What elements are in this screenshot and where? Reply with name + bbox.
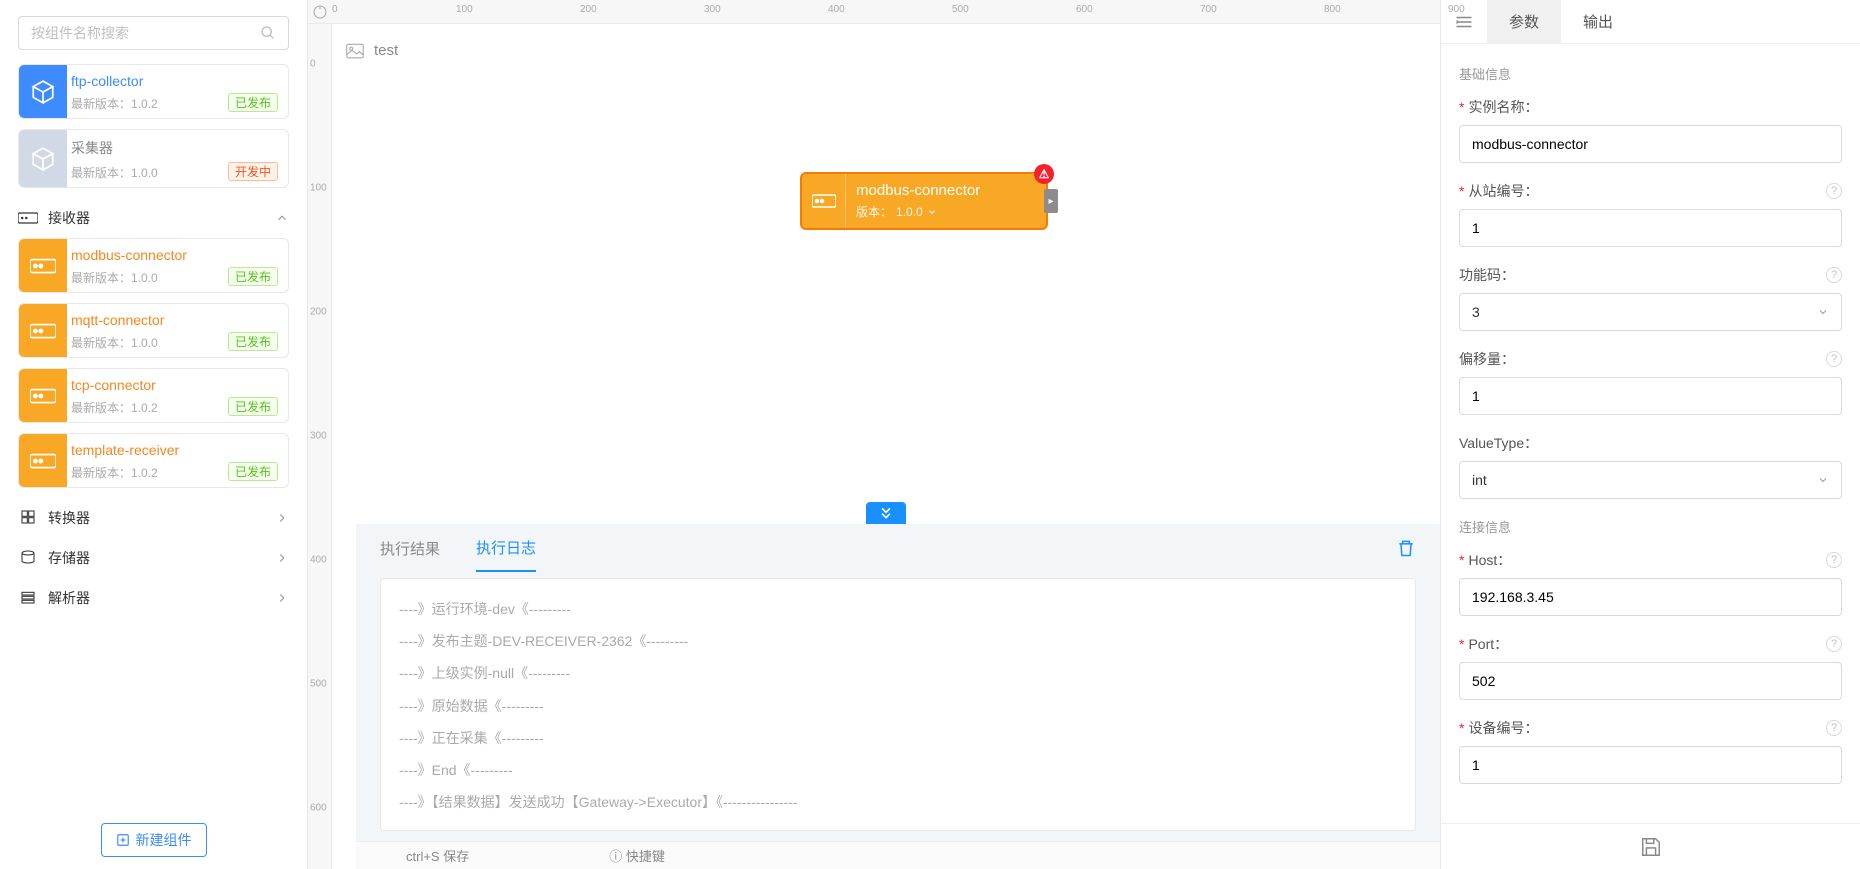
status-badge: 已发布 — [228, 397, 278, 416]
chevron-right-icon — [275, 591, 289, 605]
help-icon[interactable]: ? — [1826, 636, 1842, 652]
compass-icon — [312, 4, 328, 20]
category-item[interactable]: 存储器 — [10, 538, 297, 578]
save-icon[interactable] — [1640, 836, 1662, 858]
card-name: tcp-connector — [71, 377, 278, 393]
bottom-panel: 执行结果 执行日志 ----》运行环境-dev《-------------》发布… — [356, 524, 1440, 841]
chevron-down-icon — [927, 207, 937, 217]
component-card[interactable]: template-receiver 最新版本：1.0.2 已发布 — [18, 433, 289, 488]
right-panel: 参数 输出 基础信息 *实例名称： *从站编号：? 功能码：? 3 偏移量：? — [1440, 0, 1860, 869]
valuetype-select[interactable]: int — [1459, 461, 1842, 499]
offset-input[interactable] — [1459, 377, 1842, 415]
component-card[interactable]: ftp-collector 最新版本：1.0.2 已发布 — [18, 64, 289, 119]
chevron-right-icon — [275, 511, 289, 525]
canvas-node-modbus[interactable]: modbus-connector 版本：1.0.0 ⚠ ▸ — [800, 172, 1048, 230]
component-card[interactable]: mqtt-connector 最新版本：1.0.0 已发布 — [18, 303, 289, 358]
search-input[interactable] — [31, 25, 260, 41]
chevron-down-icon — [1817, 474, 1829, 486]
receiver-icon — [19, 369, 67, 422]
category-icon — [18, 549, 48, 568]
plus-icon — [116, 833, 130, 847]
function-code-select[interactable]: 3 — [1459, 293, 1842, 331]
ruler-vertical: 0100200300400500600 — [308, 24, 332, 869]
new-component-button[interactable]: 新建组件 — [101, 823, 207, 857]
category-icon — [18, 509, 48, 528]
node-output-port[interactable]: ▸ — [1044, 189, 1058, 213]
chevron-right-icon — [275, 551, 289, 565]
status-bar: ctrl+S 保存 ⓘ 快捷键 — [356, 841, 1440, 869]
warning-icon: ⚠ — [1034, 164, 1054, 184]
receiver-icon — [19, 304, 67, 357]
chevron-down-icon — [1817, 306, 1829, 318]
receiver-icon — [19, 239, 67, 292]
help-icon[interactable]: ? — [1826, 351, 1842, 367]
status-shortcut: ⓘ 快捷键 — [609, 846, 665, 865]
status-badge: 已发布 — [228, 267, 278, 286]
search-icon — [260, 25, 276, 41]
tab-result[interactable]: 执行结果 — [380, 526, 440, 571]
cube-icon — [19, 65, 67, 118]
card-name: template-receiver — [71, 442, 278, 458]
category-item[interactable]: 解析器 — [10, 578, 297, 618]
card-name: 采集器 — [71, 138, 278, 158]
chevron-down-icon — [275, 211, 289, 225]
left-panel: ftp-collector 最新版本：1.0.2 已发布 采集器 最新版本：1.… — [0, 0, 308, 869]
node-icon — [802, 174, 846, 228]
device-no-input[interactable] — [1459, 746, 1842, 784]
help-icon[interactable]: ? — [1826, 183, 1842, 199]
cube-icon — [19, 130, 67, 187]
help-icon[interactable]: ? — [1826, 552, 1842, 568]
component-card[interactable]: 采集器 最新版本：1.0.0 开发中 — [18, 129, 289, 188]
section-basic: 基础信息 — [1459, 64, 1842, 83]
component-card[interactable]: modbus-connector 最新版本：1.0.0 已发布 — [18, 238, 289, 293]
image-icon — [346, 43, 364, 59]
tab-output[interactable]: 输出 — [1561, 0, 1635, 43]
status-badge: 已发布 — [228, 462, 278, 481]
card-name: ftp-collector — [71, 73, 278, 89]
receiver-icon — [18, 210, 38, 226]
ruler-horizontal: 0100200300400500600700800900 — [308, 0, 1440, 24]
host-input[interactable] — [1459, 578, 1842, 616]
card-name: modbus-connector — [71, 247, 278, 263]
port-input[interactable] — [1459, 662, 1842, 700]
category-item[interactable]: 转换器 — [10, 498, 297, 538]
station-id-input[interactable] — [1459, 209, 1842, 247]
help-icon[interactable]: ? — [1826, 267, 1842, 283]
status-badge: 开发中 — [228, 162, 278, 181]
top-cards: ftp-collector 最新版本：1.0.2 已发布 采集器 最新版本：1.… — [10, 64, 297, 198]
tab-log[interactable]: 执行日志 — [476, 525, 536, 572]
component-search[interactable] — [18, 16, 289, 50]
canvas-area: 0100200300400500600700800900 01002003004… — [308, 0, 1440, 869]
help-icon[interactable]: ? — [1826, 720, 1842, 736]
category-receiver[interactable]: 接收器 — [10, 198, 297, 238]
status-save: ctrl+S 保存 — [406, 846, 469, 865]
canvas-title: test — [346, 42, 398, 59]
node-name: modbus-connector — [856, 182, 1036, 199]
trash-icon[interactable] — [1396, 538, 1416, 558]
component-card[interactable]: tcp-connector 最新版本：1.0.2 已发布 — [18, 368, 289, 423]
receiver-cards: modbus-connector 最新版本：1.0.0 已发布 mqtt-con… — [10, 238, 297, 498]
card-name: mqtt-connector — [71, 312, 278, 328]
canvas[interactable]: test modbus-connector 版本：1.0.0 ⚠ ▸ — [332, 24, 1440, 869]
receiver-icon — [19, 434, 67, 487]
node-version[interactable]: 版本：1.0.0 — [856, 203, 1036, 220]
section-connection: 连接信息 — [1459, 517, 1842, 536]
status-badge: 已发布 — [228, 332, 278, 351]
panel-collapse-handle[interactable] — [866, 502, 906, 524]
status-badge: 已发布 — [228, 93, 278, 112]
instance-name-input[interactable] — [1459, 125, 1842, 163]
category-icon — [18, 589, 48, 608]
log-output: ----》运行环境-dev《-------------》发布主题-DEV-REC… — [380, 578, 1416, 831]
tab-params[interactable]: 参数 — [1487, 0, 1561, 43]
